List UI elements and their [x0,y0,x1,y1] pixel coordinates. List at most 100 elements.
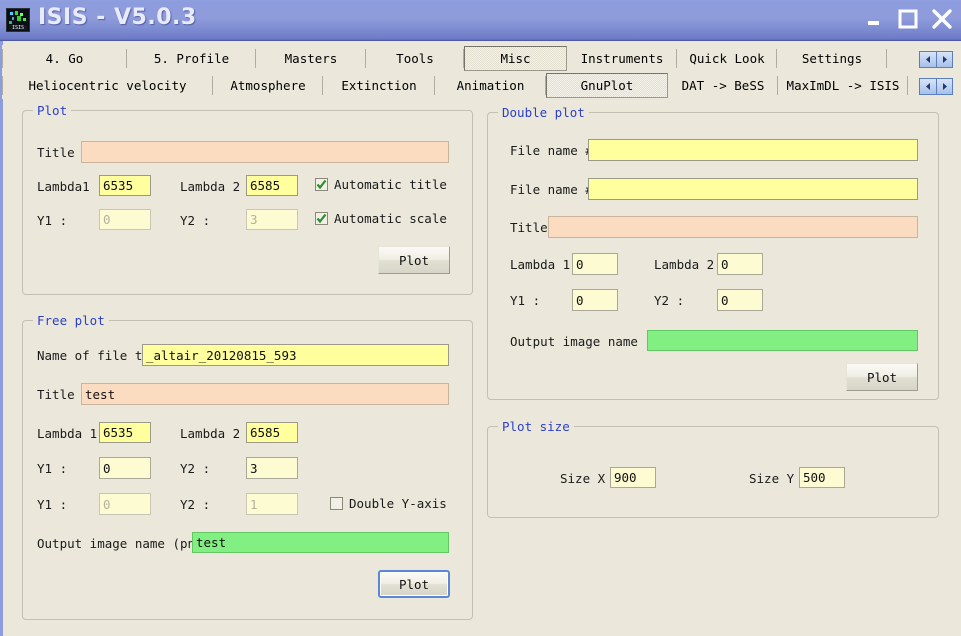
checkbox-unchecked-icon [330,497,343,510]
checkbox-checked-icon [315,212,328,225]
plot-group-title: Plot [33,103,72,118]
tab-label: Atmosphere [230,78,306,93]
plot-lambda2-label: Lambda 2 : [180,179,256,194]
double-plot-lambda1-input[interactable] [572,253,618,275]
plot-automatic-title-label: Automatic title [334,177,447,192]
free-plot-double-y-axis-checkbox[interactable]: Double Y-axis [330,496,447,511]
tab-row-secondary: Heliocentric velocity Atmosphere Extinctio… [2,72,959,99]
tab-heliocentric-velocity[interactable]: Heliocentric velocity [2,73,213,98]
double-plot-file1-input[interactable] [588,139,918,161]
tab-label: Quick Look [689,51,765,66]
tab-instruments[interactable]: Instruments [567,46,677,71]
tab-separator [886,49,887,68]
double-plot-y2-label: Y2 : [654,293,685,308]
plot-lambda2-input[interactable] [246,175,298,196]
tab-label: 5. Profile [153,51,230,66]
free-plot-y1b-label: Y1 : [37,497,68,512]
checkbox-checked-icon [315,178,328,191]
window-title: ISIS - V5.0.3 [38,5,197,30]
plot-y1-label: Y1 : [37,213,68,228]
free-plot-output-input[interactable] [192,532,449,553]
plot-y2-input[interactable] [246,209,298,230]
tab-misc[interactable]: Misc [464,46,567,71]
plot-group: Plot Title : Lambda1 : Lambda 2 : Automa… [22,103,473,295]
window-left-edge [0,41,3,636]
free-plot-group: Free plot Name of file to plot : Title :… [22,313,473,620]
plot-size-x-input[interactable] [610,467,656,488]
tab-label: DAT -> BeSS [681,78,765,93]
double-plot-y2-input[interactable] [717,289,763,311]
tab-label: Animation [456,78,525,93]
left-arrow-icon[interactable] [919,78,936,95]
tab-gnuplot[interactable]: GnuPlot [546,73,668,98]
double-plot-file2-input[interactable] [588,178,918,200]
plot-size-group: Plot size Size X : Size Y : [487,419,939,518]
plot-y1-input[interactable] [99,209,151,230]
free-plot-file-label: Name of file to plot : [37,348,156,363]
tab-5-profile[interactable]: 5. Profile [127,46,256,71]
double-plot-group-title: Double plot [498,105,589,120]
plot-size-y-input[interactable] [799,467,845,488]
plot-title-input[interactable] [81,141,449,163]
tab-label: 4. Go [45,51,84,66]
tab-row-secondary-scroll [919,78,953,95]
tab-animation[interactable]: Animation [435,73,546,98]
minimize-icon[interactable] [859,4,889,34]
plot-size-group-title: Plot size [498,419,574,434]
free-plot-lambda1-input[interactable] [99,422,151,443]
free-plot-y2a-input[interactable] [246,457,298,479]
tab-label: Instruments [580,51,664,66]
tab-label: Extinction [341,78,417,93]
close-icon[interactable] [927,4,957,34]
tab-masters[interactable]: Masters [256,46,366,71]
free-plot-y1b-input[interactable] [99,493,151,515]
free-plot-button[interactable]: Plot [378,570,450,598]
right-arrow-icon[interactable] [936,51,953,68]
plot-automatic-title-checkbox[interactable]: Automatic title [315,177,447,192]
plot-y2-label: Y2 : [180,213,211,228]
plot-lambda1-label: Lambda1 : [37,179,105,194]
svg-text:ISIS: ISIS [12,25,24,31]
double-plot-y1-label: Y1 : [510,293,541,308]
free-plot-output-label: Output image name (png file) : [37,536,194,551]
double-plot-y1-input[interactable] [572,289,618,311]
plot-button[interactable]: Plot [378,246,450,274]
tab-extinction[interactable]: Extinction [323,73,435,98]
free-plot-title-input[interactable] [81,383,449,405]
tab-tools[interactable]: Tools [366,46,464,71]
right-arrow-icon[interactable] [936,78,953,95]
tab-quick-look[interactable]: Quick Look [677,46,777,71]
tab-dat-bess[interactable]: DAT -> BeSS [668,73,778,98]
double-plot-group: Double plot File name #1 File name #2 Ti… [487,105,939,400]
double-plot-lambda2-input[interactable] [717,253,763,275]
window-titlebar: ISIS ISIS - V5.0.3 [0,0,961,41]
free-plot-file-input[interactable] [142,344,449,366]
tab-label: Masters [284,51,338,66]
free-plot-group-title: Free plot [33,313,109,328]
tab-maximdl-isis[interactable]: MaxImDL -> ISIS [778,73,908,98]
free-plot-y2a-label: Y2 : [180,461,211,476]
tab-settings[interactable]: Settings [777,46,887,71]
double-plot-output-input[interactable] [647,330,918,351]
tab-atmosphere[interactable]: Atmosphere [213,73,323,98]
free-plot-y1a-input[interactable] [99,457,151,479]
tab-separator [907,76,908,95]
tab-label: Heliocentric velocity [28,78,187,93]
free-plot-y2b-input[interactable] [246,493,298,515]
plot-lambda1-input[interactable] [99,175,151,196]
tab-label: Settings [801,51,863,66]
isis-app-icon: ISIS [6,8,30,32]
tab-label: Tools [396,51,434,66]
left-arrow-icon[interactable] [919,51,936,68]
tab-row-primary: 4. Go 5. Profile Masters Tools Misc Instrumen… [2,45,959,72]
tab-4-go[interactable]: 4. Go [2,46,127,71]
tab-label: MaxImDL -> ISIS [786,78,900,93]
plot-automatic-scale-checkbox[interactable]: Automatic scale [315,211,447,226]
maximize-icon[interactable] [893,4,923,34]
double-plot-button[interactable]: Plot [846,363,918,391]
tab-row-primary-scroll [919,51,953,68]
free-plot-lambda2-input[interactable] [246,422,298,443]
free-plot-y1a-label: Y1 : [37,461,68,476]
double-plot-file2-label: File name #2 [510,182,601,197]
double-plot-title-input[interactable] [548,216,918,238]
